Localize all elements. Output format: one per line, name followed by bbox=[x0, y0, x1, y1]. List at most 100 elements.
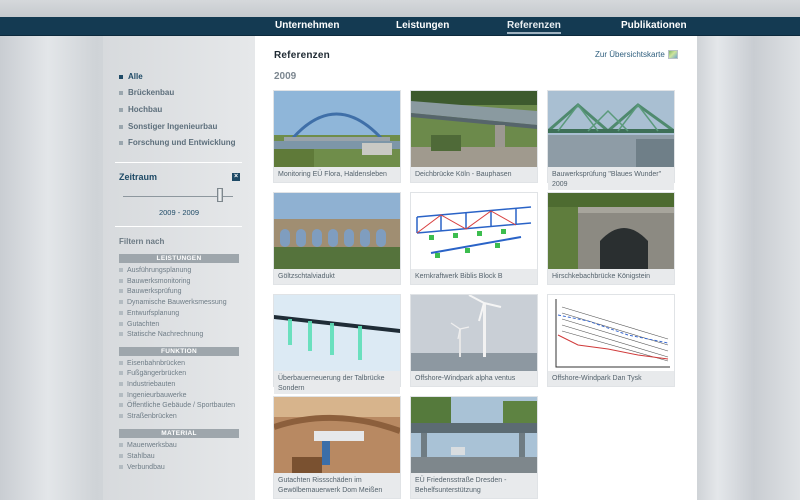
card-caption: Kernkraftwerk Biblis Block B bbox=[411, 269, 537, 282]
category-alle[interactable]: Alle bbox=[119, 72, 143, 81]
bullet-icon bbox=[119, 124, 123, 129]
category-hochbau[interactable]: Hochbau bbox=[119, 105, 162, 114]
reference-card[interactable]: Deichbrücke Köln - Bauphasen bbox=[410, 90, 538, 183]
map-icon bbox=[667, 50, 678, 60]
square-icon bbox=[119, 382, 123, 387]
category-label: Hochbau bbox=[128, 105, 163, 114]
square-icon bbox=[119, 414, 123, 419]
bullet-icon bbox=[119, 140, 123, 145]
filter-item[interactable]: Verbundbau bbox=[119, 464, 165, 471]
reference-card[interactable]: Monitoring EÜ Flora, Haldensleben bbox=[273, 90, 401, 183]
year-heading: 2009 bbox=[274, 71, 297, 82]
filter-item[interactable]: Gutachten bbox=[119, 321, 159, 328]
filter-item[interactable]: Ingenieurbauwerke bbox=[119, 392, 187, 399]
reference-card[interactable]: Kernkraftwerk Biblis Block B bbox=[410, 192, 538, 285]
top-strip bbox=[0, 0, 800, 17]
reference-card[interactable]: Offshore-Windpark Dan Tysk bbox=[547, 294, 675, 387]
filter-item[interactable]: Statische Nachrechnung bbox=[119, 331, 203, 338]
square-icon bbox=[119, 454, 123, 459]
nav-referenzen[interactable]: Referenzen bbox=[507, 20, 561, 34]
bullet-icon bbox=[119, 90, 123, 95]
filter-group-leistungen: LEISTUNGEN bbox=[119, 254, 239, 263]
sidebar: Alle Brückenbau Hochbau Sonstiger Ingeni… bbox=[103, 36, 255, 500]
category-forschung[interactable]: Forschung und Entwicklung bbox=[119, 138, 236, 147]
category-label: Sonstiger Ingenieurbau bbox=[128, 122, 218, 131]
arch-bridge-photo-icon bbox=[274, 91, 400, 167]
analysis-chart-image-icon bbox=[548, 295, 674, 371]
square-icon bbox=[119, 332, 123, 337]
card-caption: EÜ Friedensstraße Dresden - Behelfsunter… bbox=[411, 473, 537, 496]
nav-leistungen[interactable]: Leistungen bbox=[396, 20, 449, 34]
filter-item[interactable]: Ausführungsplanung bbox=[119, 267, 191, 274]
railway-underpass-photo-icon bbox=[411, 397, 537, 473]
card-caption: Offshore-Windpark Dan Tysk bbox=[548, 371, 674, 384]
filter-group-material: MATERIAL bbox=[119, 429, 239, 438]
filter-item[interactable]: Dynamische Bauwerksmessung bbox=[119, 299, 227, 306]
page-title: Referenzen bbox=[274, 50, 330, 61]
filter-item[interactable]: Entwurfsplanung bbox=[119, 310, 179, 317]
square-icon bbox=[119, 311, 123, 316]
divider bbox=[115, 226, 242, 227]
nav-publikationen[interactable]: Publikationen bbox=[621, 20, 687, 34]
category-label: Forschung und Entwicklung bbox=[128, 138, 236, 147]
main-content: Referenzen Zur Übersichtskarte 2009 Moni… bbox=[255, 36, 697, 500]
masonry-damage-photo-icon bbox=[274, 397, 400, 473]
reference-card[interactable]: Gutachten Rissschäden im Gewölbemauerwer… bbox=[273, 396, 401, 499]
filter-item[interactable]: Öffentliche Gebäude / Sportbauten bbox=[119, 402, 235, 409]
card-caption: Bauwerksprüfung "Blaues Wunder" 2009 bbox=[548, 167, 674, 190]
reference-card[interactable]: Hirschkebachbrücke Königstein bbox=[547, 192, 675, 285]
card-caption: Gutachten Rissschäden im Gewölbemauerwer… bbox=[274, 473, 400, 496]
square-icon bbox=[119, 289, 123, 294]
square-icon bbox=[119, 279, 123, 284]
nav-unternehmen[interactable]: Unternehmen bbox=[275, 20, 339, 34]
zeitraum-title: Zeitraum bbox=[119, 172, 158, 182]
wind-turbines-photo-icon bbox=[411, 295, 537, 371]
filter-item[interactable]: Mauerwerksbau bbox=[119, 442, 177, 449]
category-brueckenbau[interactable]: Brückenbau bbox=[119, 88, 174, 97]
square-icon bbox=[119, 322, 123, 327]
category-label: Alle bbox=[128, 72, 143, 81]
filter-item[interactable]: Fußgängerbrücken bbox=[119, 370, 186, 377]
viaduct-photo-icon bbox=[274, 193, 400, 269]
filter-item[interactable]: Industriebauten bbox=[119, 381, 175, 388]
filter-item[interactable]: Stahlbau bbox=[119, 453, 155, 460]
filter-item[interactable]: Bauwerksmonitoring bbox=[119, 278, 190, 285]
truss-bridge-photo-icon bbox=[548, 91, 674, 167]
filter-item[interactable]: Eisenbahnbrücken bbox=[119, 360, 185, 367]
bridge-underside-photo-icon bbox=[411, 91, 537, 167]
square-icon bbox=[119, 268, 123, 273]
range-slider-handle[interactable] bbox=[217, 188, 223, 202]
range-label: 2009 - 2009 bbox=[158, 208, 200, 217]
bullet-icon bbox=[119, 107, 123, 112]
category-sonstiger-ingenieurbau[interactable]: Sonstiger Ingenieurbau bbox=[119, 122, 217, 131]
filter-item[interactable]: Straßenbrücken bbox=[119, 413, 177, 420]
reference-card[interactable]: Göltzschtalviadukt bbox=[273, 192, 401, 285]
square-icon bbox=[119, 300, 123, 305]
bridge-model-render-icon bbox=[274, 295, 400, 371]
close-icon[interactable]: × bbox=[232, 173, 240, 181]
filter-title: Filtern nach bbox=[119, 237, 165, 246]
square-icon bbox=[119, 371, 123, 376]
square-icon bbox=[119, 403, 123, 408]
card-caption: Monitoring EÜ Flora, Haldensleben bbox=[274, 167, 400, 180]
reference-card[interactable]: Bauwerksprüfung "Blaues Wunder" 2009 bbox=[547, 90, 675, 190]
square-icon bbox=[119, 393, 123, 398]
reference-card[interactable]: Überbauerneuerung der Talbrücke Sondern bbox=[273, 294, 401, 394]
reference-card[interactable]: Offshore-Windpark alpha ventus bbox=[410, 294, 538, 387]
card-caption: Göltzschtalviadukt bbox=[274, 269, 400, 282]
filter-group-funktion: FUNKTION bbox=[119, 347, 239, 356]
square-icon bbox=[119, 465, 123, 470]
filter-item[interactable]: Bauwerksprüfung bbox=[119, 288, 181, 295]
main-navigation: Unternehmen Leistungen Referenzen Publik… bbox=[0, 17, 800, 36]
reference-card[interactable]: EÜ Friedensstraße Dresden - Behelfsunter… bbox=[410, 396, 538, 499]
card-caption: Überbauerneuerung der Talbrücke Sondern bbox=[274, 371, 400, 394]
square-icon bbox=[119, 443, 123, 448]
card-caption: Hirschkebachbrücke Königstein bbox=[548, 269, 674, 282]
stone-arch-photo-icon bbox=[548, 193, 674, 269]
divider bbox=[115, 162, 242, 163]
map-link[interactable]: Zur Übersichtskarte bbox=[595, 50, 678, 60]
card-caption: Deichbrücke Köln - Bauphasen bbox=[411, 167, 537, 180]
bullet-icon bbox=[119, 74, 123, 79]
category-label: Brückenbau bbox=[128, 88, 175, 97]
background-right bbox=[697, 0, 800, 500]
